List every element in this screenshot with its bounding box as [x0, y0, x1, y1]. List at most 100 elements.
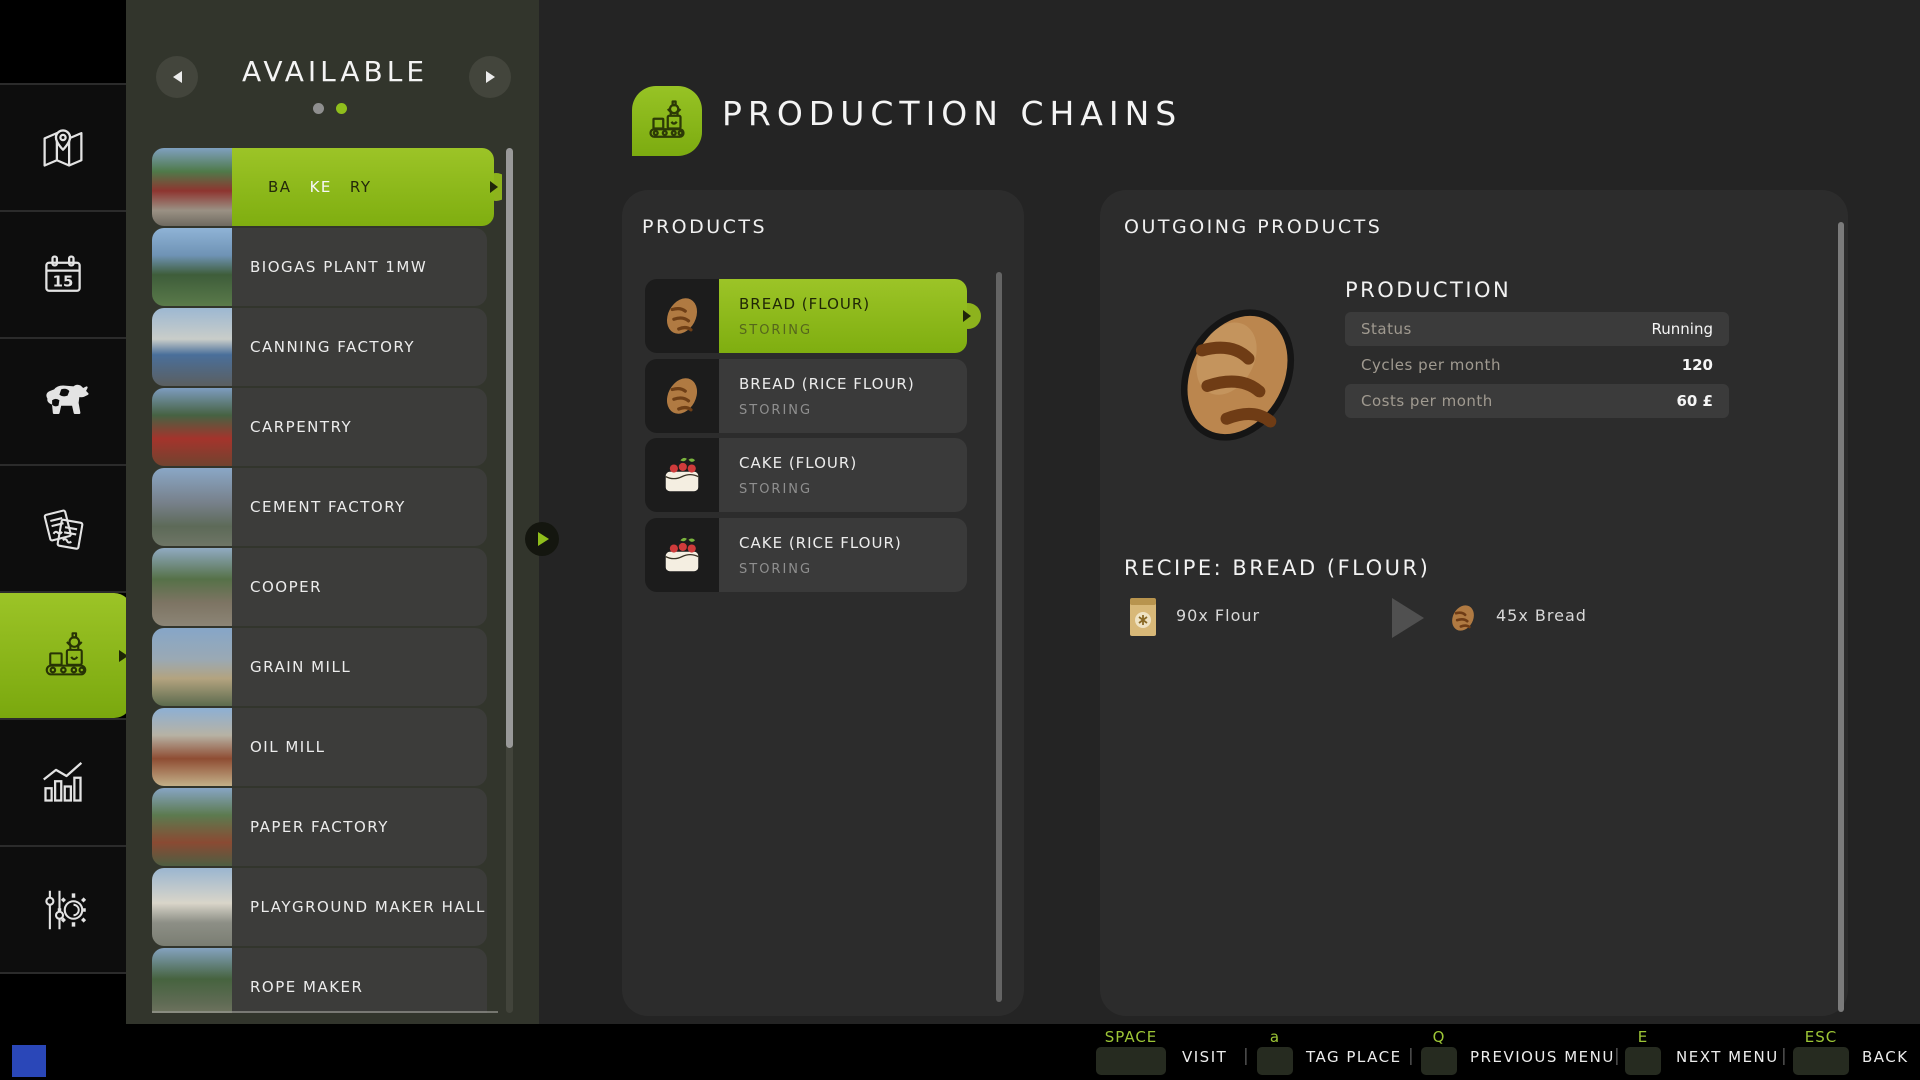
space-keycap[interactable]: [1096, 1047, 1166, 1075]
building-thumbnail: [152, 708, 232, 786]
production-chains-icon: [649, 100, 685, 138]
building-row-biogas[interactable]: BIOGAS PLANT 1MW: [152, 228, 487, 306]
hotbar-action-previous-menu: PREVIOUS MENU: [1470, 1048, 1615, 1066]
production-chains-icon: [45, 631, 87, 675]
building-thumbnail: [152, 788, 232, 866]
building-label-part: RY: [349, 178, 372, 196]
next-page-button[interactable]: [469, 56, 511, 98]
product-icon-cell: [645, 279, 719, 353]
cow-icon: [46, 384, 89, 414]
building-row-cement-factory[interactable]: CEMENT FACTORY: [152, 468, 487, 546]
product-status: STORING: [739, 482, 813, 497]
product-row-cake-flour[interactable]: CAKE (FLOUR) STORING: [645, 438, 967, 512]
page-title: PRODUCTION CHAINS: [722, 94, 1183, 133]
page-dot-2-active[interactable]: [336, 103, 347, 114]
calendar-icon: 15: [45, 254, 81, 292]
product-row-bread-flour[interactable]: BREAD (FLOUR) STORING: [645, 279, 981, 353]
building-row-grain-mill[interactable]: GRAIN MILL: [152, 628, 487, 706]
production-chains-screen: 15 AVAILABLE BA KE RY BIOGAS PLANT 1MW C…: [0, 0, 1920, 1080]
building-thumbnail: [152, 468, 232, 546]
e-keycap[interactable]: [1625, 1047, 1661, 1075]
building-label: BIOGAS PLANT 1MW: [250, 258, 428, 276]
sidebar-item-contracts[interactable]: [0, 466, 126, 591]
building-label-part: BA: [268, 178, 292, 196]
building-label: PLAYGROUND MAKER HALL: [250, 898, 486, 916]
prev-page-button[interactable]: [156, 56, 198, 98]
cycles-value: 120: [1681, 356, 1713, 374]
sidebar-item-settings[interactable]: [0, 847, 126, 972]
building-thumbnail: [152, 228, 232, 306]
products-scroll-thumb[interactable]: [996, 272, 1002, 1002]
hotbar-separator: |: [1614, 1046, 1620, 1066]
building-label: OIL MILL: [250, 738, 326, 756]
status-value: Running: [1651, 320, 1713, 338]
product-name: CAKE (FLOUR): [739, 454, 858, 472]
sidebar-item-production-chains[interactable]: [0, 593, 132, 718]
esc-keycap[interactable]: [1793, 1047, 1849, 1075]
selected-arrow-icon: [963, 310, 971, 322]
a-keycap[interactable]: [1257, 1047, 1293, 1075]
bread-icon: [1452, 605, 1474, 631]
hotbar-action-visit: VISIT: [1182, 1048, 1228, 1066]
building-label: GRAIN MILL: [250, 658, 352, 676]
building-label: ROPE MAKER: [250, 978, 364, 996]
building-row-playground-maker-hall[interactable]: PLAYGROUND MAKER HALL: [152, 868, 487, 946]
sidebar-item-calendar[interactable]: 15: [0, 212, 126, 337]
collapse-panel-tab[interactable]: [525, 522, 559, 556]
outgoing-scroll-thumb[interactable]: [1838, 222, 1844, 1012]
cake-icon: [665, 537, 699, 572]
key-hint-q: Q: [1432, 1028, 1446, 1046]
hotbar-separator: |: [1408, 1046, 1414, 1066]
product-name: CAKE (RICE FLOUR): [739, 534, 902, 552]
sidebar-item-map[interactable]: [0, 85, 126, 210]
chevron-right-icon: [485, 71, 495, 83]
key-hint-a: a: [1269, 1028, 1281, 1046]
building-row-bakery[interactable]: BA KE RY: [152, 148, 502, 226]
key-hint-e: E: [1637, 1028, 1649, 1046]
product-status: STORING: [739, 403, 813, 418]
hotbar-action-next-menu: NEXT MENU: [1676, 1048, 1779, 1066]
building-row-canning-factory[interactable]: CANNING FACTORY: [152, 308, 487, 386]
row-label: Cycles per month: [1361, 356, 1501, 374]
building-row-oil-mill[interactable]: OIL MILL: [152, 708, 487, 786]
products-panel-title: PRODUCTS: [642, 216, 768, 238]
product-status: STORING: [739, 562, 813, 577]
rail-divider: [0, 972, 126, 974]
product-row-cake-rice-flour[interactable]: CAKE (RICE FLOUR) STORING: [645, 518, 967, 592]
production-chains-badge: [632, 86, 702, 156]
production-row-costs: Costs per month 60 £: [1345, 384, 1729, 418]
q-keycap[interactable]: [1421, 1047, 1457, 1075]
settings-icon: [45, 890, 87, 929]
building-row-carpentry[interactable]: CARPENTRY: [152, 388, 487, 466]
building-label-highlight: KE: [309, 178, 332, 196]
sidebar-item-statistics[interactable]: [0, 720, 126, 845]
row-label: Status: [1361, 320, 1412, 338]
building-list-scroll-thumb[interactable]: [506, 148, 513, 748]
production-row-cycles: Cycles per month 120: [1345, 348, 1729, 382]
sidebar-item-animals[interactable]: [0, 339, 126, 464]
production-row-status: Status Running: [1345, 312, 1729, 346]
building-row-cooper[interactable]: COOPER: [152, 548, 487, 626]
selected-arrow-icon: [490, 181, 498, 193]
page-dot-1[interactable]: [313, 103, 324, 114]
building-thumbnail: [152, 388, 232, 466]
building-label: PAPER FACTORY: [250, 818, 389, 836]
key-hint-esc: ESC: [1804, 1028, 1838, 1046]
contracts-icon: [43, 509, 84, 550]
building-row-rope-maker[interactable]: ROPE MAKER: [152, 948, 487, 1013]
building-thumbnail: [152, 308, 232, 386]
product-icon-cell: [645, 438, 719, 512]
outgoing-panel-title: OUTGOING PRODUCTS: [1124, 216, 1383, 238]
building-row-paper-factory[interactable]: PAPER FACTORY: [152, 788, 487, 866]
hotbar-action-tag-place: TAG PLACE: [1306, 1048, 1402, 1066]
building-list: BA KE RY BIOGAS PLANT 1MW CANNING FACTORY …: [152, 148, 502, 1013]
map-icon: [43, 128, 83, 167]
building-label: CEMENT FACTORY: [250, 498, 406, 516]
building-thumbnail: [152, 868, 232, 946]
row-label: Costs per month: [1361, 392, 1493, 410]
product-name: BREAD (RICE FLOUR): [739, 375, 915, 393]
building-thumbnail: [152, 948, 232, 1013]
product-row-bread-rice-flour[interactable]: BREAD (RICE FLOUR) STORING: [645, 359, 967, 433]
recipe-input-text: 90x Flour: [1176, 606, 1261, 625]
list-clip-line: [152, 1011, 498, 1013]
